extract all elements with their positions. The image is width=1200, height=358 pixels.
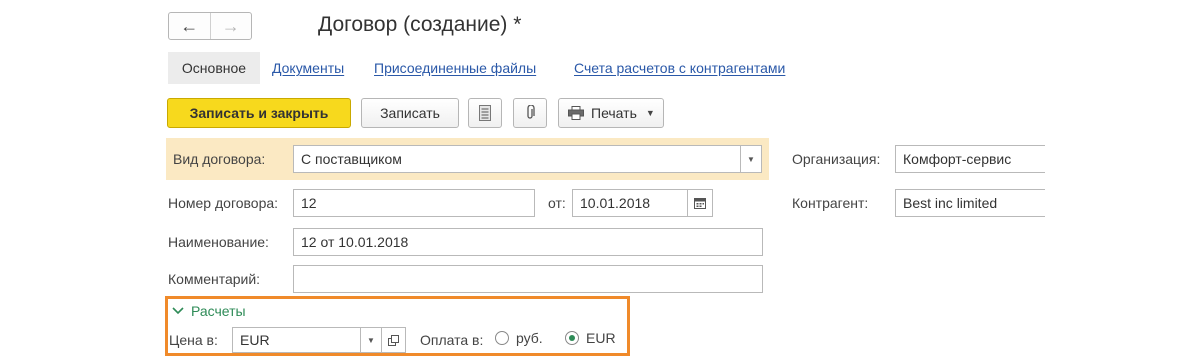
contract-type-dropdown-button[interactable]: ▼	[740, 145, 762, 173]
chevron-down-icon	[172, 307, 184, 315]
payment-option-rub[interactable]: руб.	[495, 330, 543, 346]
payment-in-label: Оплата в:	[420, 332, 484, 348]
printer-icon	[568, 106, 584, 120]
price-in-label: Цена в:	[169, 332, 218, 348]
date-label: от:	[548, 195, 566, 211]
contract-type-label: Вид договора:	[173, 151, 266, 167]
history-nav: ← →	[168, 12, 252, 40]
payment-option-eur[interactable]: EUR	[565, 330, 616, 346]
counterparty-field[interactable]: Best inc limited	[895, 189, 1045, 217]
chevron-down-icon: ▼	[367, 335, 375, 345]
payment-option-eur-label: EUR	[586, 330, 616, 346]
print-label: Печать	[591, 105, 637, 121]
window-title: Договор (создание) *	[318, 13, 522, 36]
settlements-group-header[interactable]: Расчеты	[172, 303, 246, 319]
contract-number-label: Номер договора:	[168, 195, 279, 211]
print-dropdown-button[interactable]: Печать ▼	[558, 98, 664, 128]
name-label: Наименование:	[168, 234, 269, 250]
chevron-down-icon: ▼	[645, 108, 655, 118]
save-button[interactable]: Записать	[361, 98, 459, 128]
tab-documents[interactable]: Документы	[272, 52, 344, 84]
comment-label: Комментарий:	[168, 271, 261, 287]
arrow-right-icon: →	[221, 16, 240, 36]
price-currency-dropdown-button[interactable]: ▼	[360, 327, 382, 353]
calendar-button[interactable]	[687, 189, 713, 217]
organization-field[interactable]: Комфорт-сервис	[895, 145, 1045, 173]
save-and-close-button[interactable]: Записать и закрыть	[167, 98, 351, 128]
calendar-icon	[694, 198, 706, 209]
contract-number-field[interactable]: 12	[293, 189, 535, 217]
comment-field[interactable]	[293, 265, 763, 293]
back-button[interactable]: ←	[169, 13, 211, 39]
name-field[interactable]: 12 от 10.01.2018	[293, 228, 763, 256]
forward-button[interactable]: →	[211, 13, 252, 39]
counterparty-label: Контрагент:	[792, 195, 869, 211]
radio-eur[interactable]	[565, 331, 579, 345]
radio-rub[interactable]	[495, 331, 509, 345]
price-currency-select[interactable]: EUR	[232, 327, 361, 353]
payment-option-rub-label: руб.	[516, 330, 543, 346]
tab-settlement-accounts[interactable]: Счета расчетов с контрагентами	[574, 52, 785, 84]
open-currency-button[interactable]	[381, 327, 406, 353]
paperclip-icon	[527, 105, 535, 119]
organization-label: Организация:	[792, 151, 881, 167]
arrow-left-icon: ←	[180, 16, 199, 36]
chevron-down-icon: ▼	[747, 154, 755, 164]
settlements-group-title: Расчеты	[191, 303, 246, 319]
contract-type-select[interactable]: С поставщиком	[293, 145, 741, 173]
list-report-button[interactable]	[468, 98, 502, 128]
document-list-icon	[479, 105, 491, 121]
open-form-icon	[388, 334, 399, 346]
tab-attached-files[interactable]: Присоединенные файлы	[374, 52, 536, 84]
date-field[interactable]: 10.01.2018	[572, 189, 688, 217]
attach-file-button[interactable]	[513, 98, 547, 128]
tab-main[interactable]: Основное	[168, 52, 260, 84]
